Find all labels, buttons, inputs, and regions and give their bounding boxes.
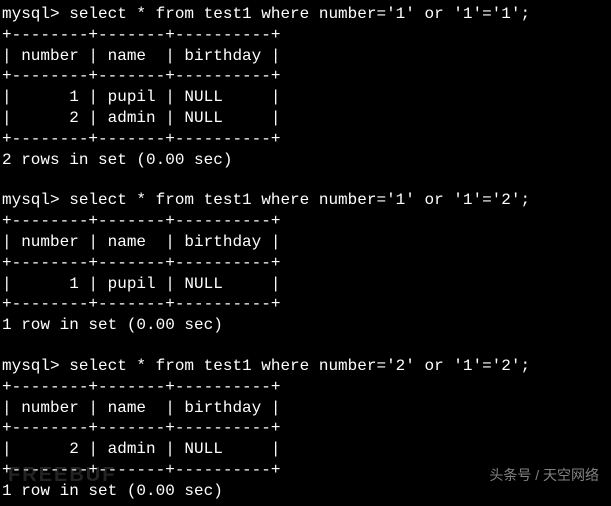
sql-prompt: mysql> select * from test1 where number=… — [2, 4, 609, 25]
spacer — [2, 336, 609, 356]
table-border-top: +--------+-------+----------+ — [2, 377, 609, 398]
table-border-mid: +--------+-------+----------+ — [2, 66, 609, 87]
table-row: | 1 | pupil | NULL | — [2, 87, 609, 108]
table-border-mid: +--------+-------+----------+ — [2, 253, 609, 274]
table-border-bottom: +--------+-------+----------+ — [2, 129, 609, 150]
freebuf-logo-watermark: FREEBUF — [8, 462, 116, 488]
spacer — [2, 170, 609, 190]
sql-prompt: mysql> select * from test1 where number=… — [2, 356, 609, 377]
sql-prompt: mysql> select * from test1 where number=… — [2, 190, 609, 211]
table-header: | number | name | birthday | — [2, 46, 609, 67]
result-message: 1 row in set (0.00 sec) — [2, 315, 609, 336]
table-border-top: +--------+-------+----------+ — [2, 25, 609, 46]
table-row: | 2 | admin | NULL | — [2, 108, 609, 129]
table-header: | number | name | birthday | — [2, 232, 609, 253]
result-message: 2 rows in set (0.00 sec) — [2, 150, 609, 171]
table-border-bottom: +--------+-------+----------+ — [2, 294, 609, 315]
query-block-2: mysql> select * from test1 where number=… — [2, 190, 609, 336]
query-block-1: mysql> select * from test1 where number=… — [2, 4, 609, 170]
toutiao-watermark: 头条号 / 天空网络 — [489, 466, 599, 484]
table-border-top: +--------+-------+----------+ — [2, 211, 609, 232]
table-row: | 1 | pupil | NULL | — [2, 274, 609, 295]
table-header: | number | name | birthday | — [2, 398, 609, 419]
table-row: | 2 | admin | NULL | — [2, 439, 609, 460]
table-border-mid: +--------+-------+----------+ — [2, 418, 609, 439]
